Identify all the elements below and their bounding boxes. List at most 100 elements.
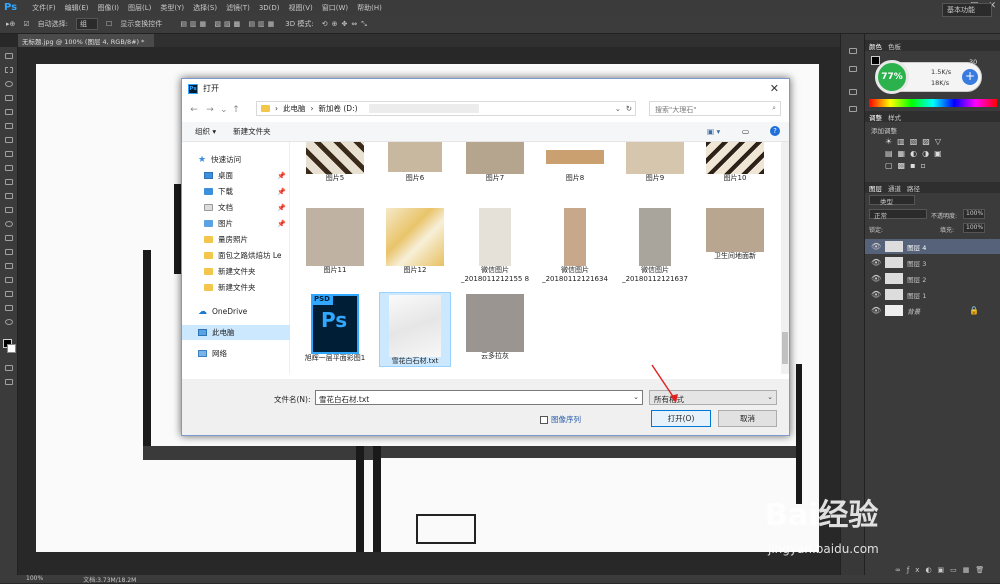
clone-stamp-tool[interactable]	[5, 165, 13, 171]
menu-image[interactable]: 图像(I)	[98, 3, 120, 13]
pen-tool[interactable]	[5, 249, 13, 255]
eye-icon[interactable]: 👁	[871, 290, 881, 299]
file-item[interactable]: 图片10	[699, 142, 771, 183]
auto-select-dropdown[interactable]: 组	[76, 18, 99, 30]
layer-row[interactable]: 👁 图层 3	[865, 255, 1000, 270]
breadcrumb-drive[interactable]: 新加卷 (D:)	[319, 103, 358, 114]
scrollbar-thumb[interactable]	[782, 332, 788, 364]
color-spectrum-bar[interactable]	[869, 99, 997, 107]
adjustment-icons-row1[interactable]: ☀▥▧▨▽	[885, 137, 946, 146]
crop-tool[interactable]	[5, 109, 13, 115]
nav-network[interactable]: 网络	[182, 346, 290, 361]
history-panel-icon[interactable]	[849, 48, 857, 54]
tab-paths[interactable]: 路径	[907, 183, 920, 193]
align-icons[interactable]: ▤▥▦ ▧▨▩ ▤▥▦	[180, 20, 277, 28]
nav-documents[interactable]: 文档 📌	[182, 200, 290, 215]
eyedropper-tool[interactable]	[5, 123, 13, 129]
lasso-tool[interactable]	[5, 81, 13, 87]
menu-help[interactable]: 帮助(H)	[357, 3, 382, 13]
shape-tool[interactable]	[5, 291, 13, 297]
color-fg-swatch[interactable]	[871, 56, 880, 65]
nav-pictures[interactable]: 图片 📌	[182, 216, 290, 231]
dropdown-icon[interactable]: ⌄	[615, 104, 621, 113]
quick-select-tool[interactable]	[5, 95, 13, 101]
3d-mode-icons[interactable]: ⟲⊕✥⇔⤡	[322, 20, 371, 29]
blend-mode-select[interactable]: 正常	[869, 209, 927, 220]
preview-pane-icon[interactable]: ▭	[742, 127, 749, 136]
zoom-level[interactable]: 100%	[26, 575, 43, 583]
adjustment-icons-row3[interactable]: ▢▩▪▫	[885, 161, 931, 170]
eye-icon[interactable]: 👁	[871, 242, 881, 251]
chevron-down-icon[interactable]: ⌄	[767, 393, 773, 401]
file-item[interactable]: 图片11	[299, 208, 371, 275]
gradient-tool[interactable]	[5, 207, 13, 213]
tab-channels[interactable]: 通道	[888, 183, 901, 193]
filename-input[interactable]: 雪花白石材.txt ⌄	[315, 390, 643, 405]
up-arrow-icon[interactable]: ↑	[230, 105, 242, 115]
layer-row[interactable]: 👁 图层 4	[865, 239, 1000, 254]
eye-icon[interactable]: 👁	[871, 274, 881, 283]
nav-quick-access[interactable]: ★ 快速访问	[182, 152, 290, 167]
nav-folder[interactable]: 新建文件夹	[182, 280, 290, 295]
workspace-switcher[interactable]: 基本功能	[942, 3, 992, 17]
chevron-down-icon[interactable]: ⌄	[633, 393, 639, 401]
file-item[interactable]: 图片8	[539, 142, 611, 183]
back-arrow-icon[interactable]: ←	[188, 105, 200, 115]
help-icon[interactable]: ?	[770, 126, 780, 136]
file-item[interactable]: 云多拉灰	[459, 294, 531, 361]
tab-swatches[interactable]: 色板	[888, 41, 901, 51]
nav-onedrive[interactable]: ☁ OneDrive	[182, 304, 290, 319]
tab-layers[interactable]: 图层	[869, 183, 882, 193]
new-folder-button[interactable]: 新建文件夹	[233, 126, 271, 137]
auto-select-checkbox[interactable]: ☑	[23, 20, 29, 28]
file-item[interactable]: 图片9	[619, 142, 691, 183]
refresh-icon[interactable]: ↻	[626, 104, 632, 113]
nav-folder[interactable]: 面包之路烘焙坊 Le	[182, 248, 290, 263]
nav-this-pc[interactable]: 此电脑	[182, 325, 290, 340]
file-item[interactable]: 图片12	[379, 208, 451, 275]
file-item[interactable]: 图片6	[379, 142, 451, 183]
menu-type[interactable]: 类型(Y)	[160, 3, 184, 13]
properties-panel-icon[interactable]	[849, 66, 857, 72]
nav-desktop[interactable]: 桌面 📌	[182, 168, 290, 183]
view-options-icon[interactable]: ▣ ▾	[707, 127, 720, 136]
menu-window[interactable]: 窗口(W)	[322, 3, 348, 13]
file-item[interactable]: 图片7	[459, 142, 531, 183]
layer-actions-icons[interactable]: ∞ƒx◐▣▭▦🗑	[895, 566, 990, 574]
file-item[interactable]: 微信图片_20180112121637	[619, 208, 691, 284]
organize-button[interactable]: 组织 ▾	[195, 126, 216, 137]
search-icon[interactable]: ⌕	[772, 104, 776, 113]
vertical-scrollbar[interactable]	[781, 142, 789, 374]
menu-filter[interactable]: 滤镜(T)	[226, 3, 250, 13]
background-color-swatch[interactable]	[7, 344, 16, 353]
menu-3d[interactable]: 3D(D)	[259, 4, 280, 12]
menu-view[interactable]: 视图(V)	[289, 3, 313, 13]
file-item[interactable]: 卫生间地面新	[699, 208, 771, 261]
layer-row[interactable]: 👁 图层 1	[865, 287, 1000, 302]
nav-downloads[interactable]: 下载 📌	[182, 184, 290, 199]
tab-color[interactable]: 颜色	[869, 41, 882, 51]
paragraph-panel-icon[interactable]	[849, 106, 857, 112]
menu-edit[interactable]: 编辑(E)	[65, 3, 89, 13]
address-bar[interactable]: › 此电脑 › 新加卷 (D:) ⌄ ↻	[256, 101, 636, 116]
close-icon[interactable]: ✕	[770, 82, 779, 95]
file-item[interactable]: 图片5	[299, 142, 371, 183]
hand-tool[interactable]	[5, 305, 13, 311]
file-item[interactable]: 微信图片_20180112121634	[539, 208, 611, 284]
eraser-tool[interactable]	[5, 193, 13, 199]
image-sequence-option[interactable]: 图像序列	[540, 414, 581, 425]
forward-arrow-icon[interactable]: →	[204, 105, 216, 115]
tab-adjustments[interactable]: 调整	[869, 112, 882, 122]
history-brush-tool[interactable]	[5, 179, 13, 185]
boost-plus-icon[interactable]: +	[962, 69, 978, 85]
blur-tool[interactable]	[5, 221, 13, 227]
eye-icon[interactable]: 👁	[871, 258, 881, 267]
search-input[interactable]: 搜索"大理石" ⌕	[649, 101, 781, 116]
file-item[interactable]: 微信图片_2018011212155 8	[459, 208, 531, 284]
nav-folder[interactable]: 新建文件夹	[182, 264, 290, 279]
type-tool[interactable]	[5, 263, 13, 269]
adjustment-icons-row2[interactable]: ▤▦◐◑▣	[885, 149, 947, 158]
dodge-tool[interactable]	[5, 235, 13, 241]
show-transform-checkbox[interactable]: ☐	[106, 20, 112, 28]
file-item-selected[interactable]: 雪花白石材.txt	[379, 292, 451, 367]
